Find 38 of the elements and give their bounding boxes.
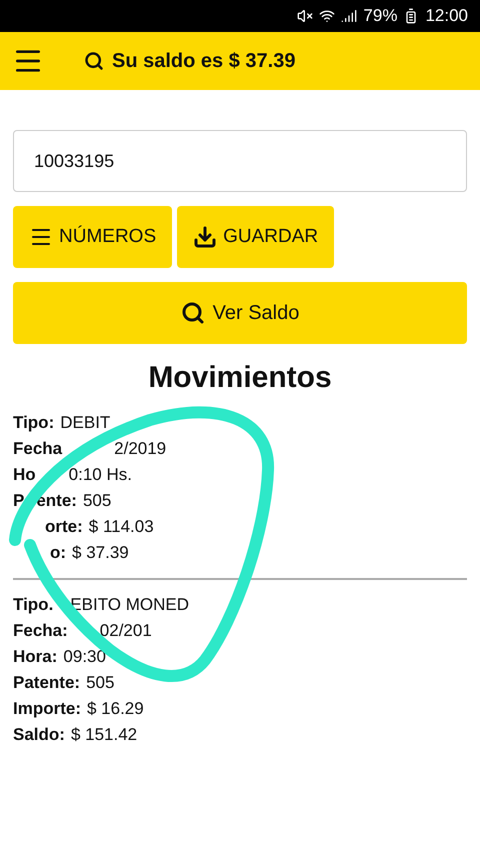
field-value: DEBIT	[60, 412, 110, 434]
field-label: Fecha:	[13, 620, 68, 642]
field-label: Importe:	[13, 698, 81, 720]
field-value: 09:30	[63, 646, 106, 668]
field-label: Tipo.	[13, 594, 54, 616]
wifi-icon	[319, 8, 336, 24]
header-title: Su saldo es $ 37.39	[112, 49, 296, 74]
download-icon	[193, 225, 218, 249]
battery-percent: 79%	[363, 5, 398, 28]
toolbar-button[interactable]: NÚMEROS	[13, 206, 172, 268]
number-field[interactable]: 10033195	[13, 130, 467, 192]
section-title: Movimientos	[147, 360, 333, 396]
field-value: 505	[82, 490, 112, 512]
clock: 12:00	[425, 5, 468, 28]
field-label: Fecha	[13, 438, 62, 460]
toolbar-button[interactable]: GUARDAR	[177, 206, 334, 268]
field-value: 2/2019	[114, 438, 166, 460]
field-label: P	[13, 490, 24, 512]
mute-icon	[297, 8, 314, 24]
field-label: Hora:	[13, 646, 58, 668]
search-icon	[180, 301, 205, 325]
field-value: 0:10 Hs.	[68, 464, 132, 486]
field-label: Tipo:	[13, 412, 54, 434]
field-label: Saldo:	[13, 724, 65, 746]
field-label: Ho	[13, 464, 36, 486]
field-value: $ 114.03	[88, 516, 154, 538]
field-value: $ 16.29	[87, 698, 144, 720]
field-label: Patente:	[13, 672, 80, 694]
field-value: 02/201	[100, 620, 152, 642]
signal-icon	[341, 8, 358, 24]
field-label: o:	[50, 542, 66, 564]
field-value: 505	[86, 672, 114, 694]
search-icon	[84, 51, 104, 71]
field-label: orte:	[45, 516, 83, 538]
ver-saldo-button[interactable]: Ver Saldo	[13, 282, 467, 344]
field-value: $ 37.39	[72, 542, 129, 564]
field-value: $ 151.42	[70, 724, 138, 746]
field-label: ente:	[36, 490, 77, 512]
